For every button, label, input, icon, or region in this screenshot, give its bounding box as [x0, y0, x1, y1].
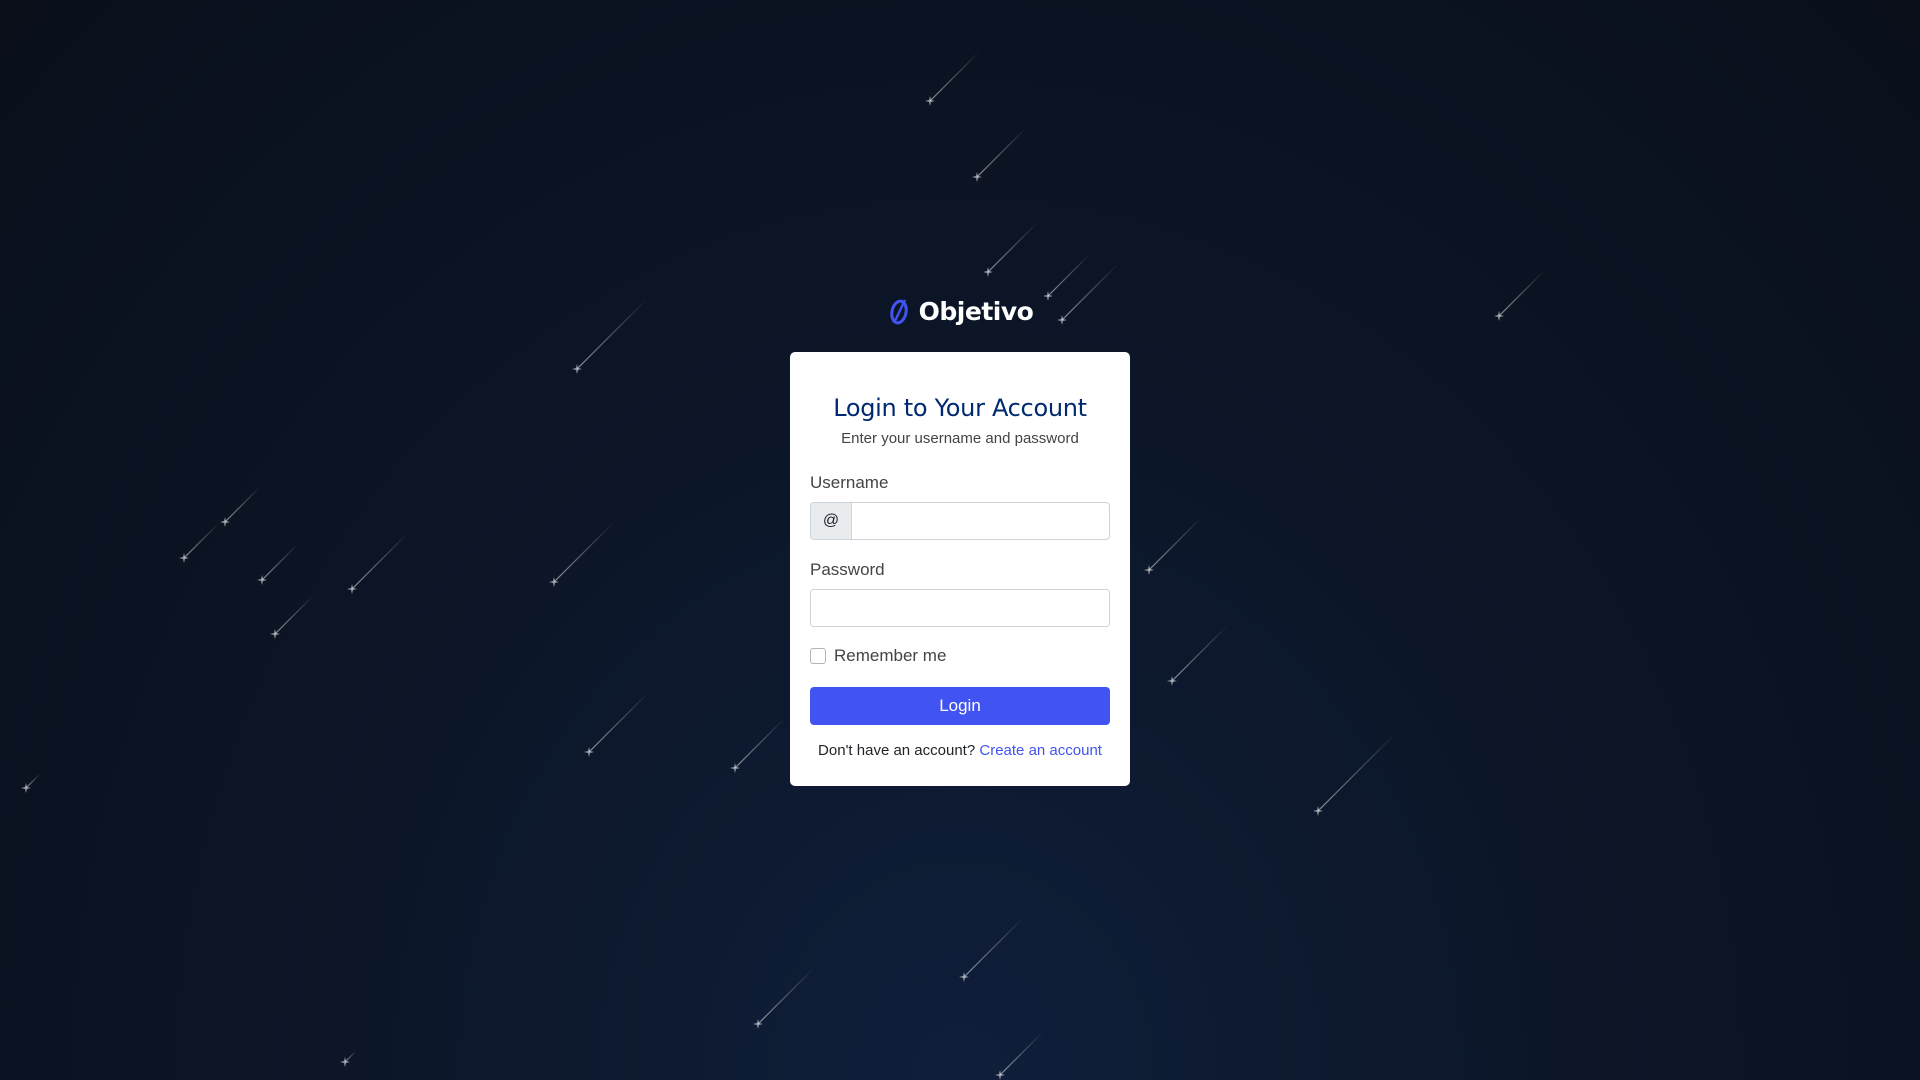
- shooting-star-streak: [25, 773, 41, 789]
- shooting-star-streak: [987, 222, 1038, 273]
- password-input[interactable]: [810, 589, 1110, 627]
- signup-row: Don't have an account? Create an account: [810, 742, 1110, 759]
- signup-prompt: Don't have an account?: [818, 742, 976, 759]
- username-input-group: @: [810, 502, 1110, 540]
- shooting-star-streak: [183, 522, 220, 559]
- shooting-star-streak: [734, 718, 785, 769]
- brand[interactable]: Objetivo: [0, 296, 1920, 326]
- shooting-star-streak: [1047, 253, 1091, 297]
- shooting-star-streak: [344, 1050, 357, 1063]
- brand-name: Objetivo: [918, 296, 1034, 326]
- shooting-star-streak: [1148, 516, 1203, 571]
- login-button[interactable]: Login: [810, 687, 1110, 725]
- remember-me-row[interactable]: Remember me: [810, 646, 1110, 666]
- shooting-star-streak: [963, 916, 1025, 978]
- at-sign-prefix: @: [810, 502, 851, 540]
- login-card: Login to Your Account Enter your usernam…: [790, 352, 1130, 786]
- shooting-star-streak: [588, 691, 650, 753]
- password-label: Password: [810, 560, 885, 579]
- card-subtitle: Enter your username and password: [841, 430, 1079, 447]
- shooting-star-streak: [757, 967, 815, 1025]
- shooting-star-streak: [929, 51, 980, 102]
- shooting-star-streak: [351, 532, 409, 590]
- shooting-star-streak: [976, 127, 1027, 178]
- shooting-star-streak: [224, 486, 261, 523]
- shooting-star-streak: [1171, 624, 1229, 682]
- username-input[interactable]: [851, 502, 1110, 540]
- shooting-star-streak: [261, 544, 298, 581]
- remember-me-label[interactable]: Remember me: [834, 646, 946, 666]
- shooting-star-streak: [999, 1032, 1043, 1076]
- card-title: Login to Your Account: [833, 394, 1087, 422]
- shooting-star-streak: [553, 521, 615, 583]
- shooting-star-streak: [274, 594, 315, 635]
- username-label: Username: [810, 473, 889, 492]
- remember-me-checkbox[interactable]: [810, 648, 826, 664]
- objetivo-logo-icon: [889, 299, 908, 325]
- shooting-star-streak: [1317, 732, 1397, 812]
- create-account-link[interactable]: Create an account: [979, 742, 1102, 759]
